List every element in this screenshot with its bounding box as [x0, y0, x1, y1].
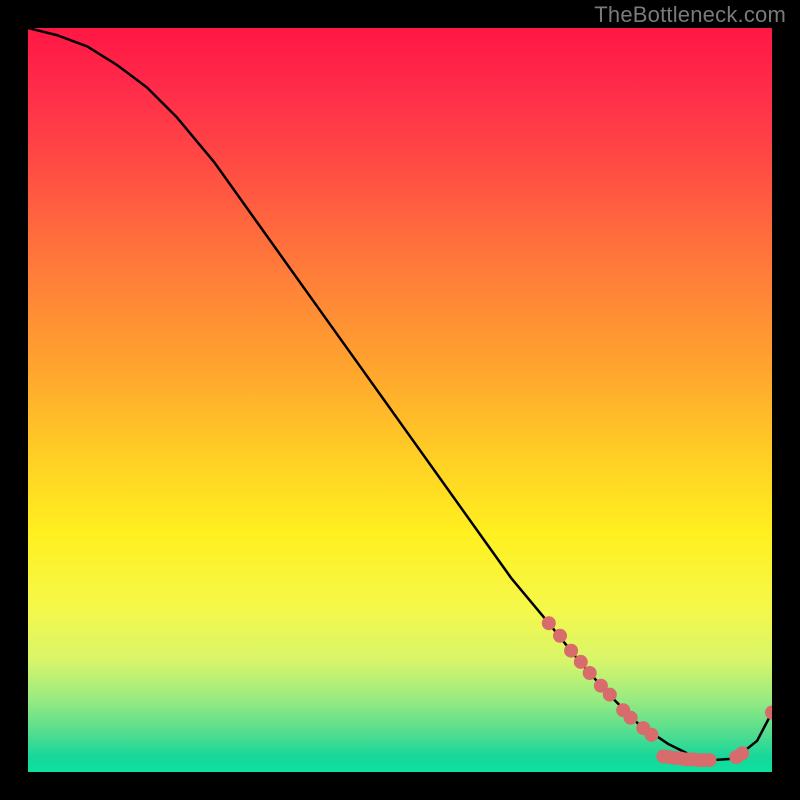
- chart-dots: [542, 616, 772, 767]
- plot-area: [28, 28, 772, 772]
- watermark-text: TheBottleneck.com: [594, 2, 786, 28]
- chart-stage: TheBottleneck.com: [0, 0, 800, 800]
- chart-curve: [28, 28, 772, 760]
- chart-overlay-svg: [28, 28, 772, 772]
